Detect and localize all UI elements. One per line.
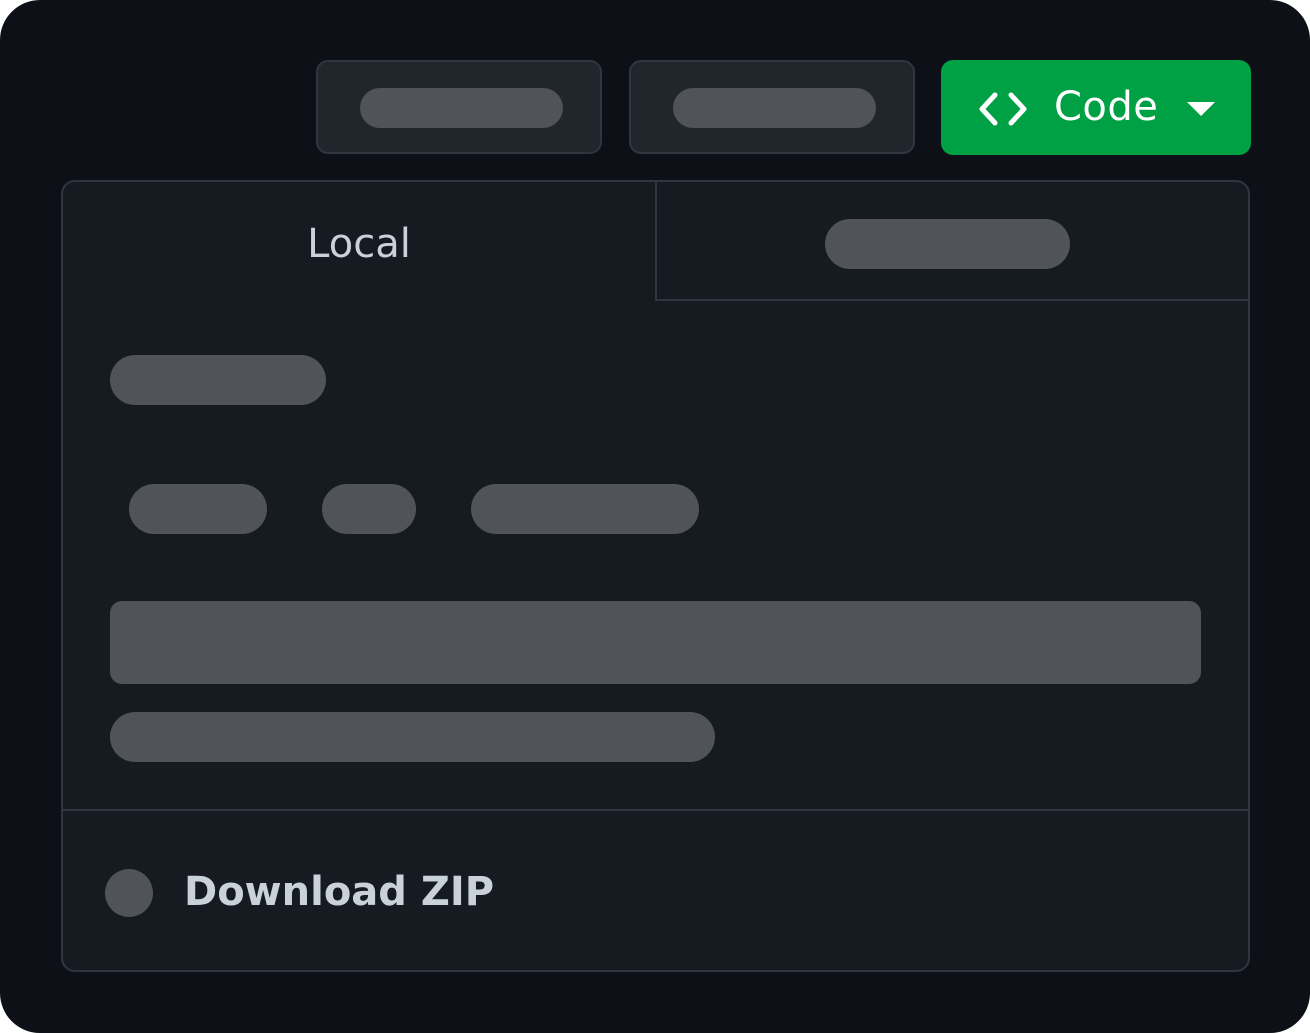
caret-down-icon [1187,102,1215,116]
window-frame: Code Local Download ZIP [0,0,1310,1033]
tab-underline [655,299,1248,301]
tab-local-label: Local [307,221,411,267]
tab-local[interactable]: Local [63,182,655,300]
protocol-option-placeholder-1[interactable] [129,484,267,534]
tab-label-placeholder [825,219,1070,269]
tab-placeholder[interactable] [657,182,1248,298]
download-zip-label: Download ZIP [184,869,495,915]
protocol-option-placeholder-3[interactable] [471,484,699,534]
clone-url-field-placeholder[interactable] [110,601,1201,684]
help-text-placeholder [110,712,715,762]
code-button-label: Code [1054,84,1159,130]
section-heading-placeholder [110,355,326,405]
download-icon [105,869,153,917]
code-brackets-icon [979,92,1027,126]
code-button[interactable]: Code [941,60,1251,155]
toolbar-button-placeholder-1[interactable] [316,60,602,154]
button-label-placeholder [360,88,563,128]
button-label-placeholder [673,88,876,128]
toolbar-button-placeholder-2[interactable] [629,60,915,154]
clone-dropdown-panel: Local Download ZIP [61,180,1250,972]
protocol-option-placeholder-2[interactable] [322,484,416,534]
download-zip-item[interactable]: Download ZIP [63,811,1248,970]
